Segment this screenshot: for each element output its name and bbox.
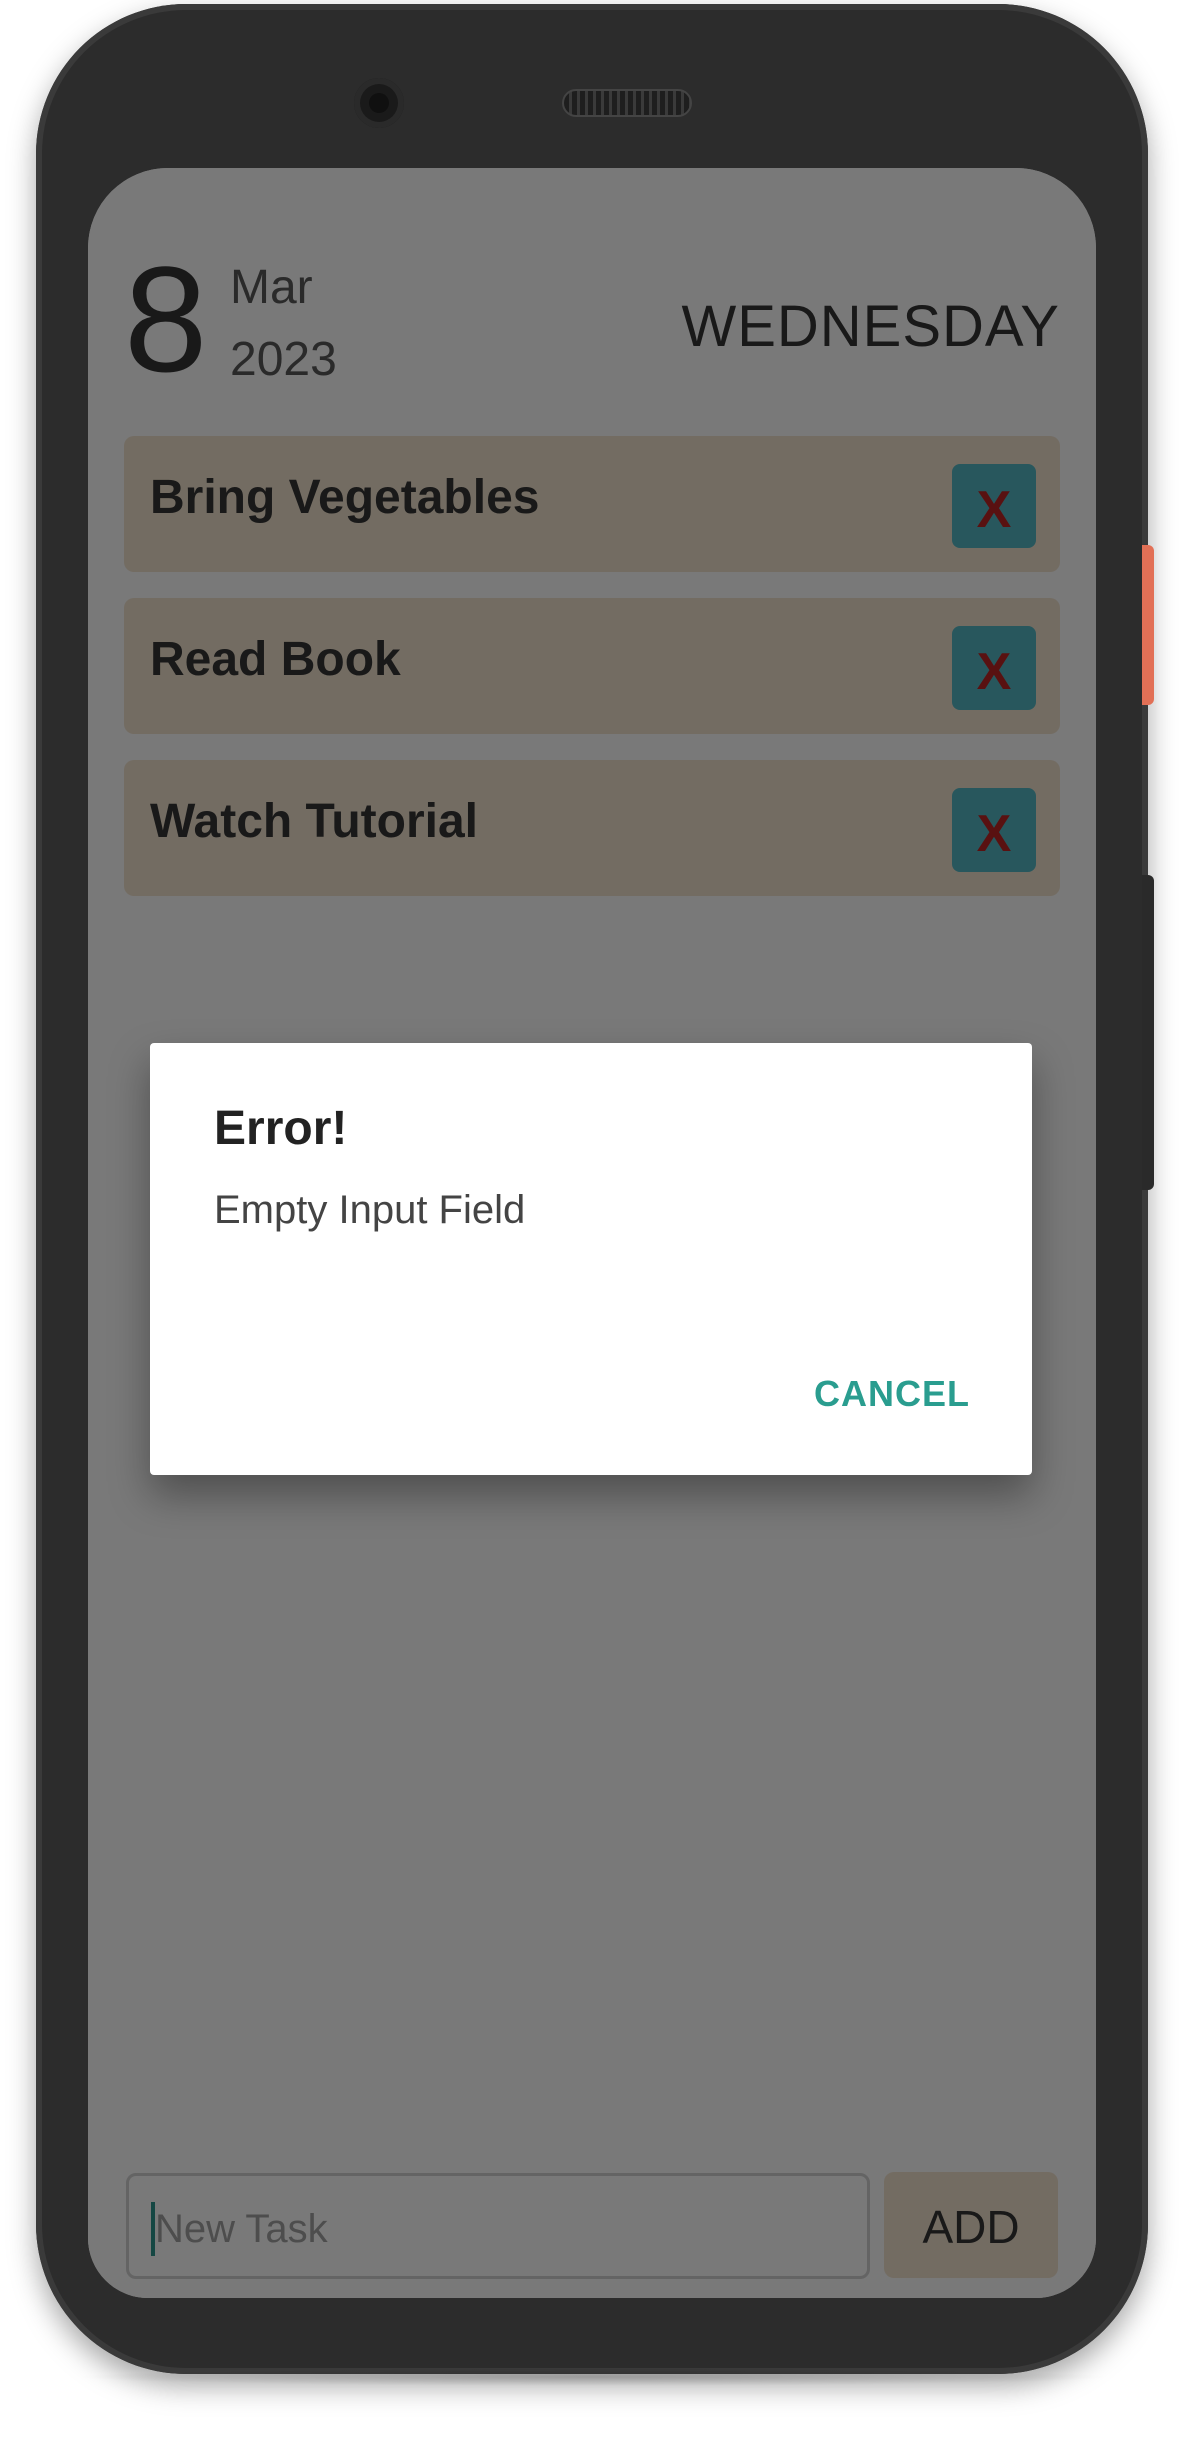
earpiece-speaker-icon [562,89,692,117]
front-camera-icon [354,78,404,128]
dialog-message: Empty Input Field [214,1188,526,1232]
cancel-button[interactable]: CANCEL [814,1373,970,1415]
device-shadow [70,2368,1115,2386]
phone-top-bezel [36,4,1148,174]
dialog-title: Error! [214,1102,348,1155]
error-dialog: Error! Empty Input Field CANCEL [150,1043,1032,1475]
volume-button [1142,875,1154,1190]
power-button [1142,545,1154,705]
